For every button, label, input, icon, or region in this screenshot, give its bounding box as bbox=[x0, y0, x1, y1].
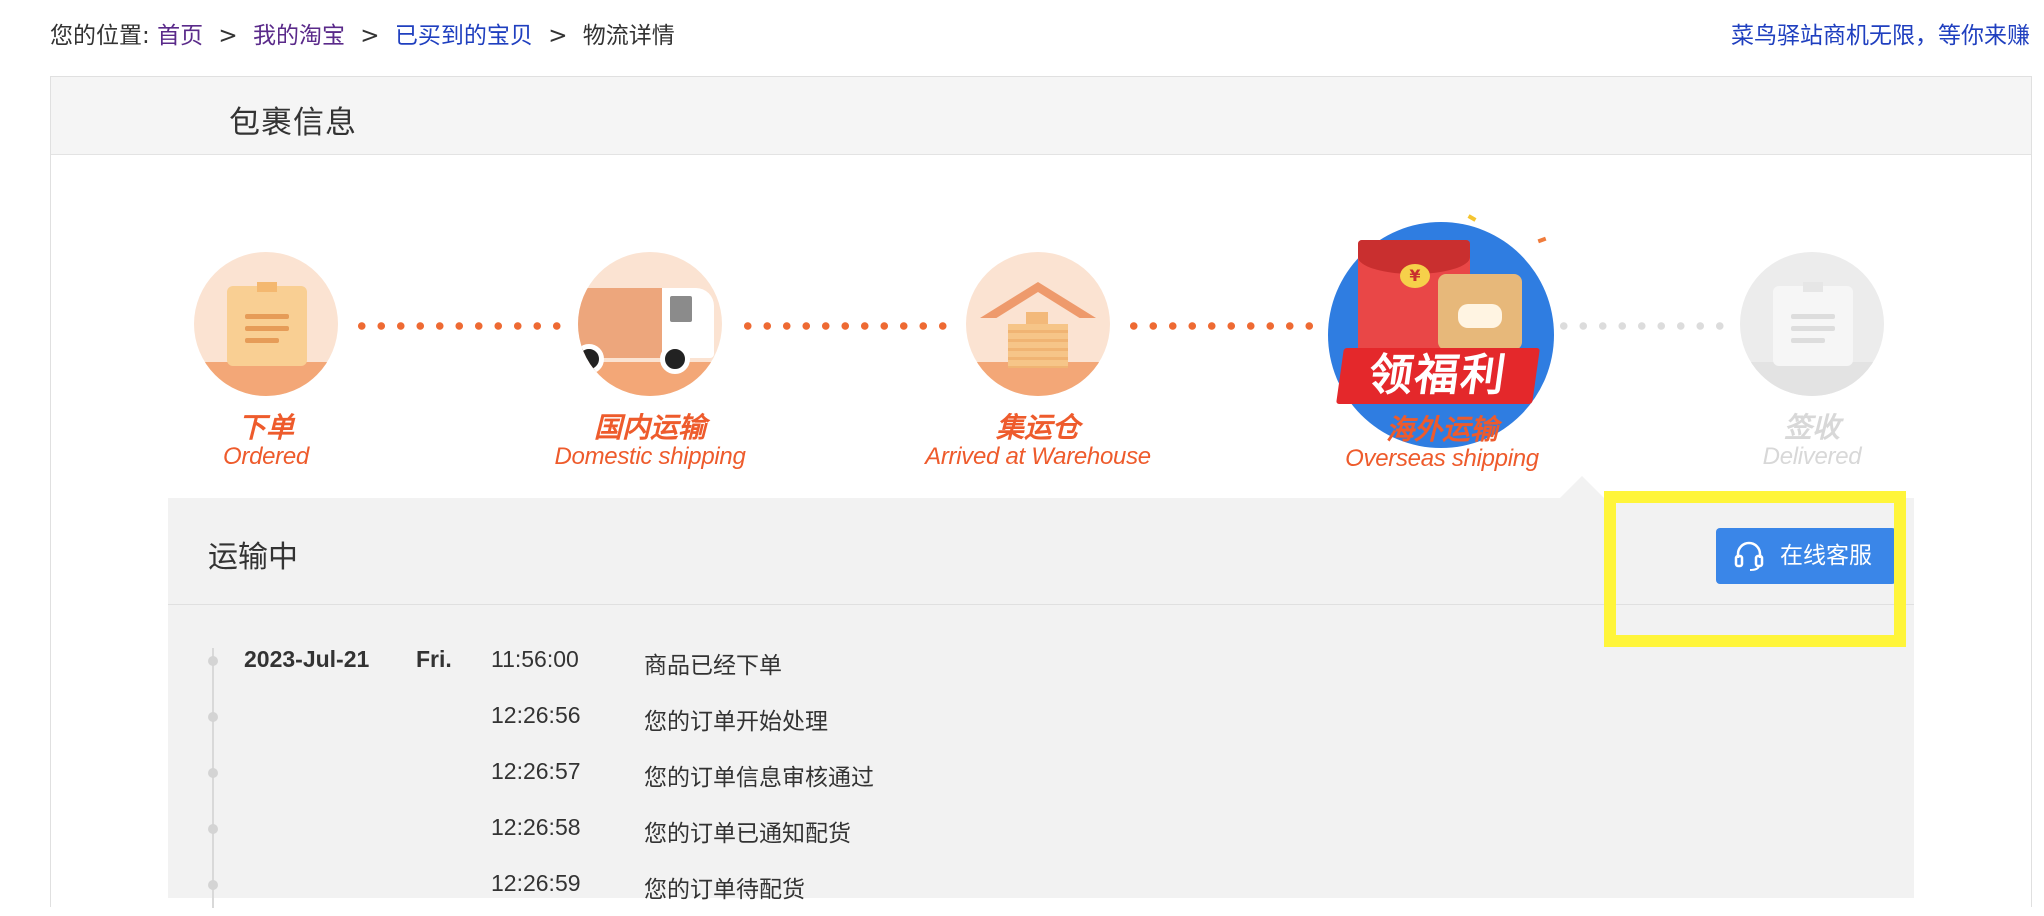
warehouse-icon bbox=[966, 252, 1110, 396]
breadcrumb: 您的位置: 首页 > 我的淘宝 > 已买到的宝贝 > 物流详情 bbox=[50, 16, 675, 50]
progress-connector-pending bbox=[1554, 322, 1724, 330]
document-icon bbox=[1740, 252, 1884, 396]
timeline-dot bbox=[208, 880, 218, 890]
step-domestic-shipping: 国内运输 Domestic shipping bbox=[540, 252, 760, 470]
timeline-time: 12:26:58 bbox=[491, 814, 581, 840]
timeline-dot bbox=[208, 712, 218, 722]
transit-status-title: 运输中 bbox=[208, 540, 298, 575]
truck-icon bbox=[578, 252, 722, 396]
timeline-date: 2023-Jul-21 bbox=[244, 646, 370, 672]
progress-connector-done bbox=[1124, 322, 1320, 330]
timeline-event: 您的订单开始处理 bbox=[644, 709, 828, 735]
breadcrumb-separator: > bbox=[218, 23, 238, 49]
step-arrived-warehouse: 集运仓 Arrived at Warehouse bbox=[918, 252, 1158, 470]
breadcrumb-home-link[interactable]: 首页 bbox=[157, 23, 203, 49]
timeline-row: 12:26:58 您的订单已通知配货 bbox=[168, 804, 1914, 860]
package-info-title: 包裹信息 bbox=[229, 105, 357, 141]
timeline-row: 12:26:56 您的订单开始处理 bbox=[168, 692, 1914, 748]
timeline-event: 您的订单待配货 bbox=[644, 877, 805, 903]
progress-connector-done bbox=[352, 322, 564, 330]
timeline-event: 您的订单已通知配货 bbox=[644, 821, 851, 847]
timeline-dot bbox=[208, 824, 218, 834]
step-label-cn: 海外运输 bbox=[1385, 413, 1498, 446]
step-label-en: Arrived at Warehouse bbox=[925, 443, 1151, 470]
step-delivered: 签收 Delivered bbox=[1732, 252, 1892, 470]
timeline-weekday: Fri. bbox=[416, 646, 452, 672]
highlight-box bbox=[1604, 491, 1906, 647]
timeline-event: 您的订单信息审核通过 bbox=[644, 765, 874, 791]
breadcrumb-separator: > bbox=[548, 23, 568, 49]
step-label-cn: 下单 bbox=[237, 411, 294, 444]
step-label-en: Ordered bbox=[223, 443, 309, 470]
promo-badge[interactable]: 领福利 bbox=[1336, 348, 1540, 404]
step-ordered: 下单 Ordered bbox=[186, 252, 346, 470]
breadcrumb-purchased-link[interactable]: 已买到的宝贝 bbox=[395, 23, 533, 49]
breadcrumb-prefix: 您的位置: bbox=[50, 23, 150, 49]
timeline-row: 12:26:57 您的订单信息审核通过 bbox=[168, 748, 1914, 804]
step-label-en: Overseas shipping bbox=[1345, 445, 1539, 472]
timeline-event: 商品已经下单 bbox=[644, 653, 782, 679]
timeline-time: 12:26:59 bbox=[491, 870, 581, 896]
timeline-row: 12:26:59 您的订单待配货 bbox=[168, 860, 1914, 916]
current-step-pointer bbox=[1560, 476, 1604, 498]
timeline-time: 11:56:00 bbox=[491, 646, 579, 672]
step-label-en: Domestic shipping bbox=[554, 443, 746, 470]
breadcrumb-my-taobao-link[interactable]: 我的淘宝 bbox=[253, 23, 345, 49]
step-label-cn: 集运仓 bbox=[995, 411, 1080, 444]
timeline-time: 12:26:57 bbox=[491, 758, 581, 784]
package-info-header: 包裹信息 bbox=[51, 77, 2031, 155]
step-label-cn: 签收 bbox=[1783, 411, 1840, 444]
step-overseas-shipping: ¥ 领福利 海外运输 Overseas shipping bbox=[1322, 214, 1562, 472]
timeline-dot bbox=[208, 768, 218, 778]
timeline-time: 12:26:56 bbox=[491, 702, 581, 728]
breadcrumb-separator: > bbox=[360, 23, 380, 49]
breadcrumb-current: 物流详情 bbox=[582, 23, 675, 49]
cainiao-promo-link[interactable]: 菜鸟驿站商机无限，等你来赚 bbox=[1731, 16, 2030, 50]
timeline-dot bbox=[208, 656, 218, 666]
step-label-en: Delivered bbox=[1762, 443, 1862, 470]
coin-icon: ¥ bbox=[1400, 264, 1430, 288]
document-icon bbox=[194, 252, 338, 396]
step-label-cn: 国内运输 bbox=[593, 411, 706, 444]
